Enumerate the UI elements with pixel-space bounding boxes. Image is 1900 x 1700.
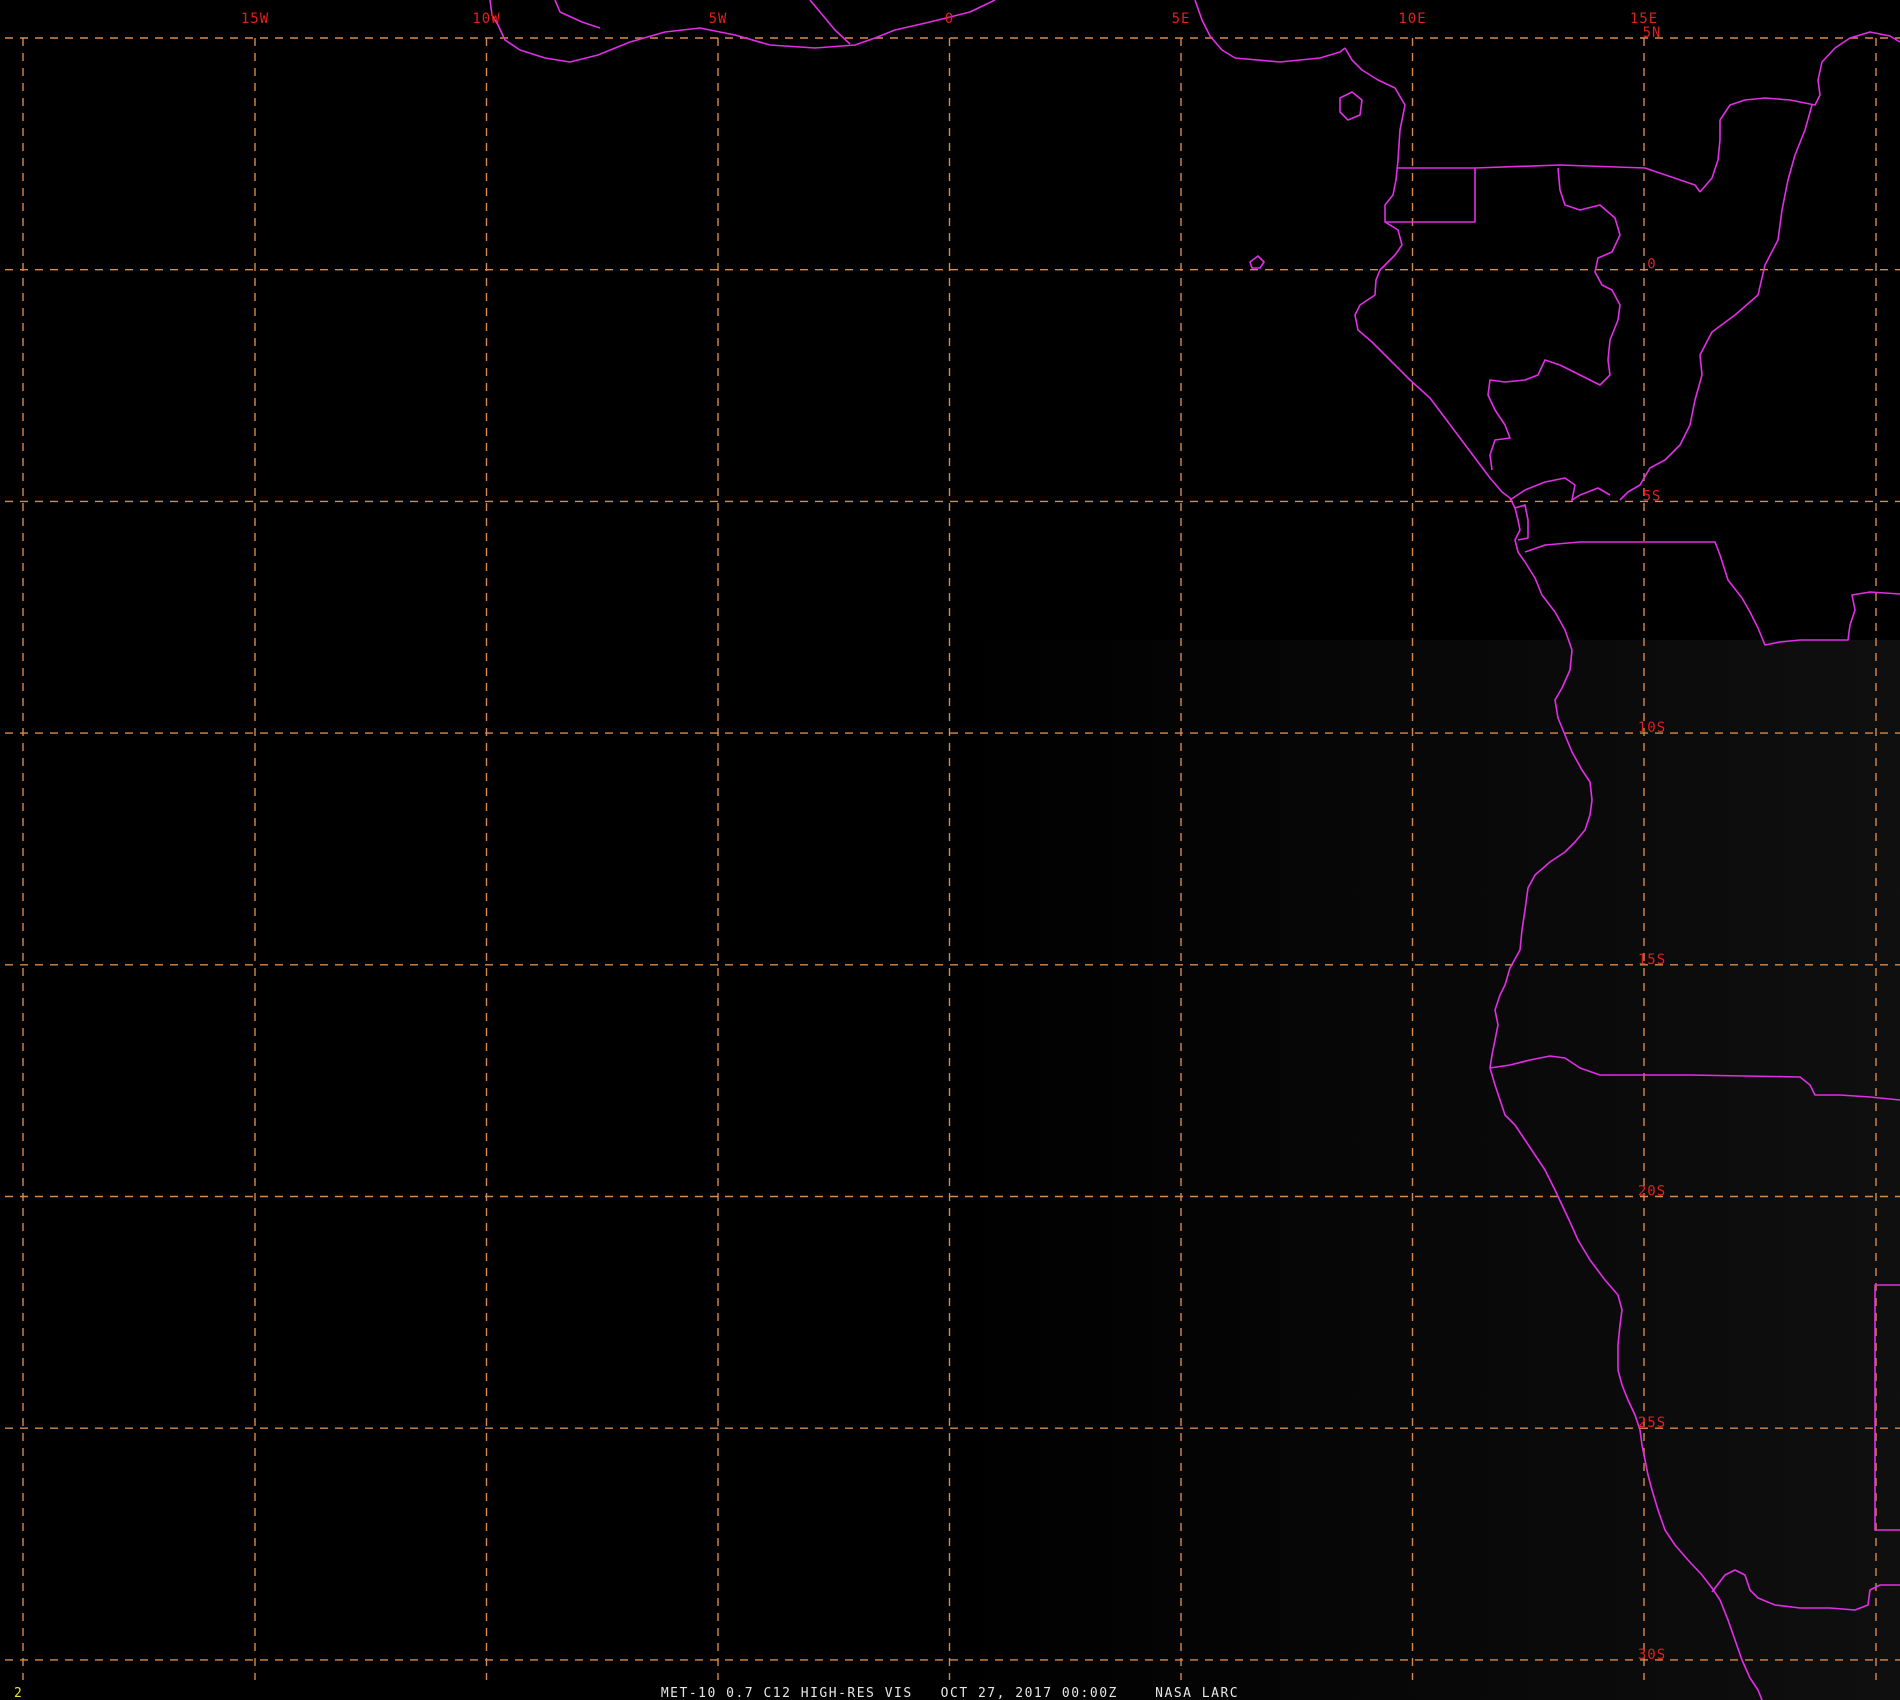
latitude-label-30s: 30S bbox=[1638, 1647, 1666, 1663]
sunlit-region bbox=[950, 640, 1900, 1700]
longitude-label-15w: 15W bbox=[241, 11, 269, 27]
map-canvas: 15W 10W 5W 0 5E 10E 15E5N05S10S15S20S25S30S 2 … bbox=[0, 0, 1900, 1700]
frame-number: 2 bbox=[14, 1686, 22, 1700]
longitude-label-5e: 5E bbox=[1172, 11, 1191, 27]
latitude-label-25s: 25S bbox=[1638, 1415, 1666, 1431]
latitude-label-5n: 5N bbox=[1643, 25, 1662, 41]
longitude-label-0: 0 bbox=[945, 11, 954, 27]
longitude-label-10e: 10E bbox=[1398, 11, 1426, 27]
longitude-label-10w: 10W bbox=[472, 11, 500, 27]
latitude-label-5s: 5S bbox=[1643, 488, 1662, 504]
longitude-label-5w: 5W bbox=[709, 11, 728, 27]
latitude-label-20s: 20S bbox=[1638, 1184, 1666, 1200]
latitude-label-15s: 15S bbox=[1638, 952, 1666, 968]
latitude-label-0: 0 bbox=[1647, 257, 1656, 273]
latitude-label-10s: 10S bbox=[1638, 720, 1666, 736]
satellite-map: 15W 10W 5W 0 5E 10E 15E 5N 0 5S 10S 15S 20S 25S 30S 2 … bbox=[0, 0, 1900, 1700]
image-caption: MET-10 0.7 C12 HIGH-RES VIS OCT 27, 2017… bbox=[661, 1686, 1239, 1700]
